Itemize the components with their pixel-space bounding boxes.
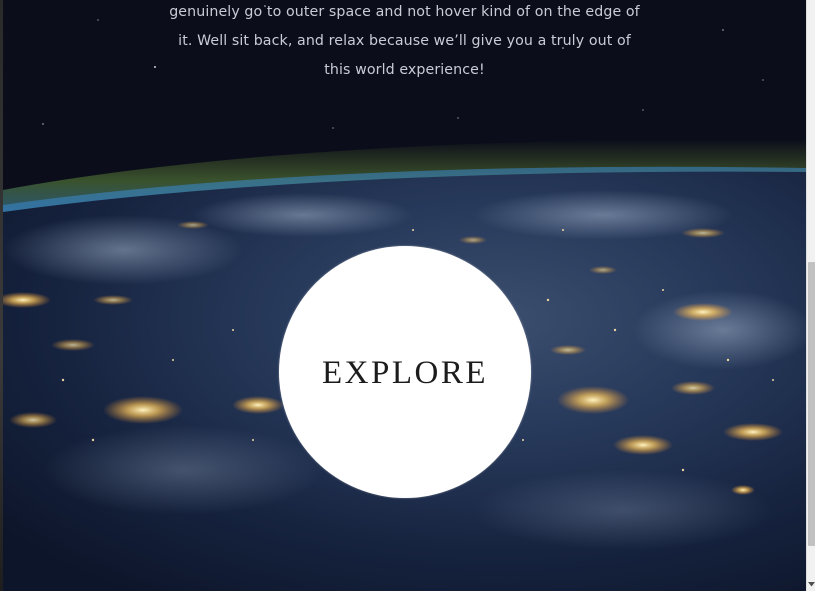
page-viewport: genuinely go to outer space and not hove… — [3, 0, 806, 591]
vertical-scrollbar[interactable] — [806, 0, 815, 591]
scrollbar-thumb[interactable] — [808, 262, 815, 546]
intro-line: it. Well sit back, and relax because we’… — [178, 33, 631, 49]
intro-line: genuinely go to outer space and not hove… — [169, 4, 640, 20]
explore-button[interactable]: EXPLORE — [279, 246, 531, 498]
intro-paragraph: genuinely go to outer space and not hove… — [3, 0, 806, 85]
intro-line: this world experience! — [324, 62, 485, 78]
chevron-down-icon[interactable] — [807, 580, 815, 589]
browser-frame: genuinely go to outer space and not hove… — [0, 0, 815, 591]
explore-label: EXPLORE — [322, 354, 488, 391]
